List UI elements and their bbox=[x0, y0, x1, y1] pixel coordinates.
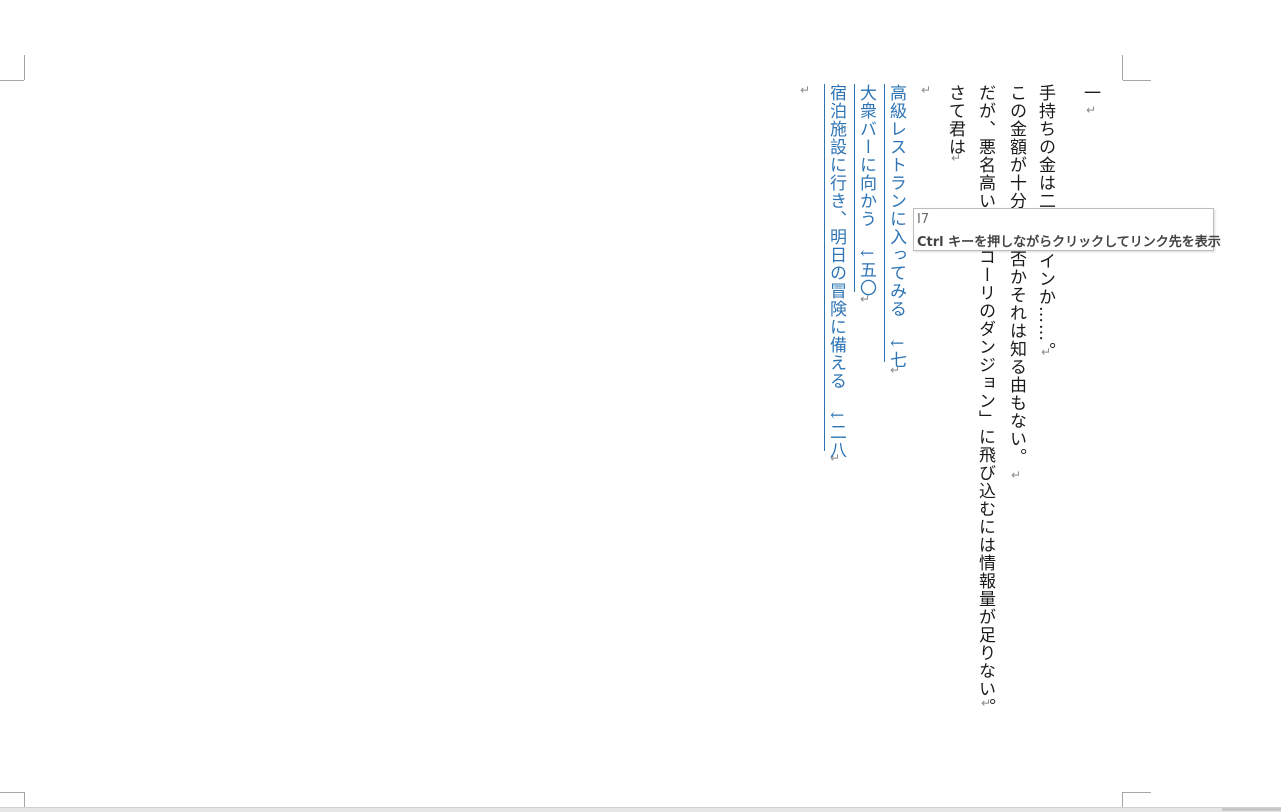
body-line-2-tail: か否かそれは知る由もない。 bbox=[1006, 232, 1026, 466]
paragraph-mark: ↵ bbox=[830, 451, 841, 465]
paragraph-mark: ↵ bbox=[1011, 468, 1022, 482]
tooltip-text: Ctrl キーを押しながらクリックしてリンク先を表示 bbox=[917, 235, 1221, 250]
paragraph-mark: ↵ bbox=[981, 696, 992, 710]
margin-corner-top-right bbox=[1123, 80, 1151, 81]
choice-link-restaurant[interactable]: 高級レストランに入ってみる ↓七 bbox=[884, 84, 906, 369]
choice-target: ↓五〇 bbox=[856, 246, 876, 298]
hyperlink-tooltip: I7 Ctrl キーを押しながらクリックしてリンク先を表示 bbox=[913, 208, 1221, 251]
paragraph-mark: ↵ bbox=[890, 363, 901, 377]
paragraph-mark: ↵ bbox=[860, 292, 871, 306]
choice-link-bar[interactable]: 大衆バーに向かう ↓五〇 bbox=[854, 84, 876, 297]
paragraph-mark: ↵ bbox=[921, 83, 932, 97]
horizontal-scrollbar[interactable] bbox=[0, 807, 1281, 812]
paragraph-mark: ↵ bbox=[1086, 103, 1097, 117]
body-line-1-tail: インか……。 bbox=[1035, 252, 1055, 360]
margin-corner-top-right-vertical bbox=[1122, 55, 1123, 80]
body-line-3-head: だが、悪名高い bbox=[975, 84, 995, 210]
paragraph-mark: ↵ bbox=[951, 151, 962, 165]
section-number: 一 bbox=[1080, 84, 1100, 102]
margin-corner-top-left bbox=[0, 80, 24, 81]
body-line-1-head: 手持ちの金は二 bbox=[1035, 84, 1055, 210]
choice-link-inn[interactable]: 宿泊施設に行き、明日の冒険に備える ↓二八 bbox=[824, 84, 846, 459]
margin-corner-bottom-left bbox=[0, 792, 24, 793]
body-line-4: さて君は bbox=[945, 84, 965, 156]
margin-corner-bottom-right bbox=[1123, 792, 1151, 793]
choice-label: 高級レストランに入ってみる bbox=[886, 84, 906, 318]
paragraph-mark: ↵ bbox=[1041, 345, 1052, 359]
choice-label: 宿泊施設に行き、明日の冒険に備える bbox=[826, 84, 846, 390]
document-page: 一 ↵ 手持ちの金は二 インか……。 ↵ この金額が十分 か否かそれは知る由もな… bbox=[0, 0, 1281, 812]
choice-label: 大衆バーに向かう bbox=[856, 84, 876, 228]
margin-corner-top-left-vertical bbox=[24, 55, 25, 80]
body-line-3-tail: コーリのダンジョン」に飛び込むには情報量が足りない。 bbox=[975, 248, 995, 716]
tooltip-number: I7 bbox=[917, 212, 930, 227]
paragraph-mark: ↵ bbox=[800, 83, 811, 97]
body-line-2-head: この金額が十分 bbox=[1006, 84, 1026, 210]
